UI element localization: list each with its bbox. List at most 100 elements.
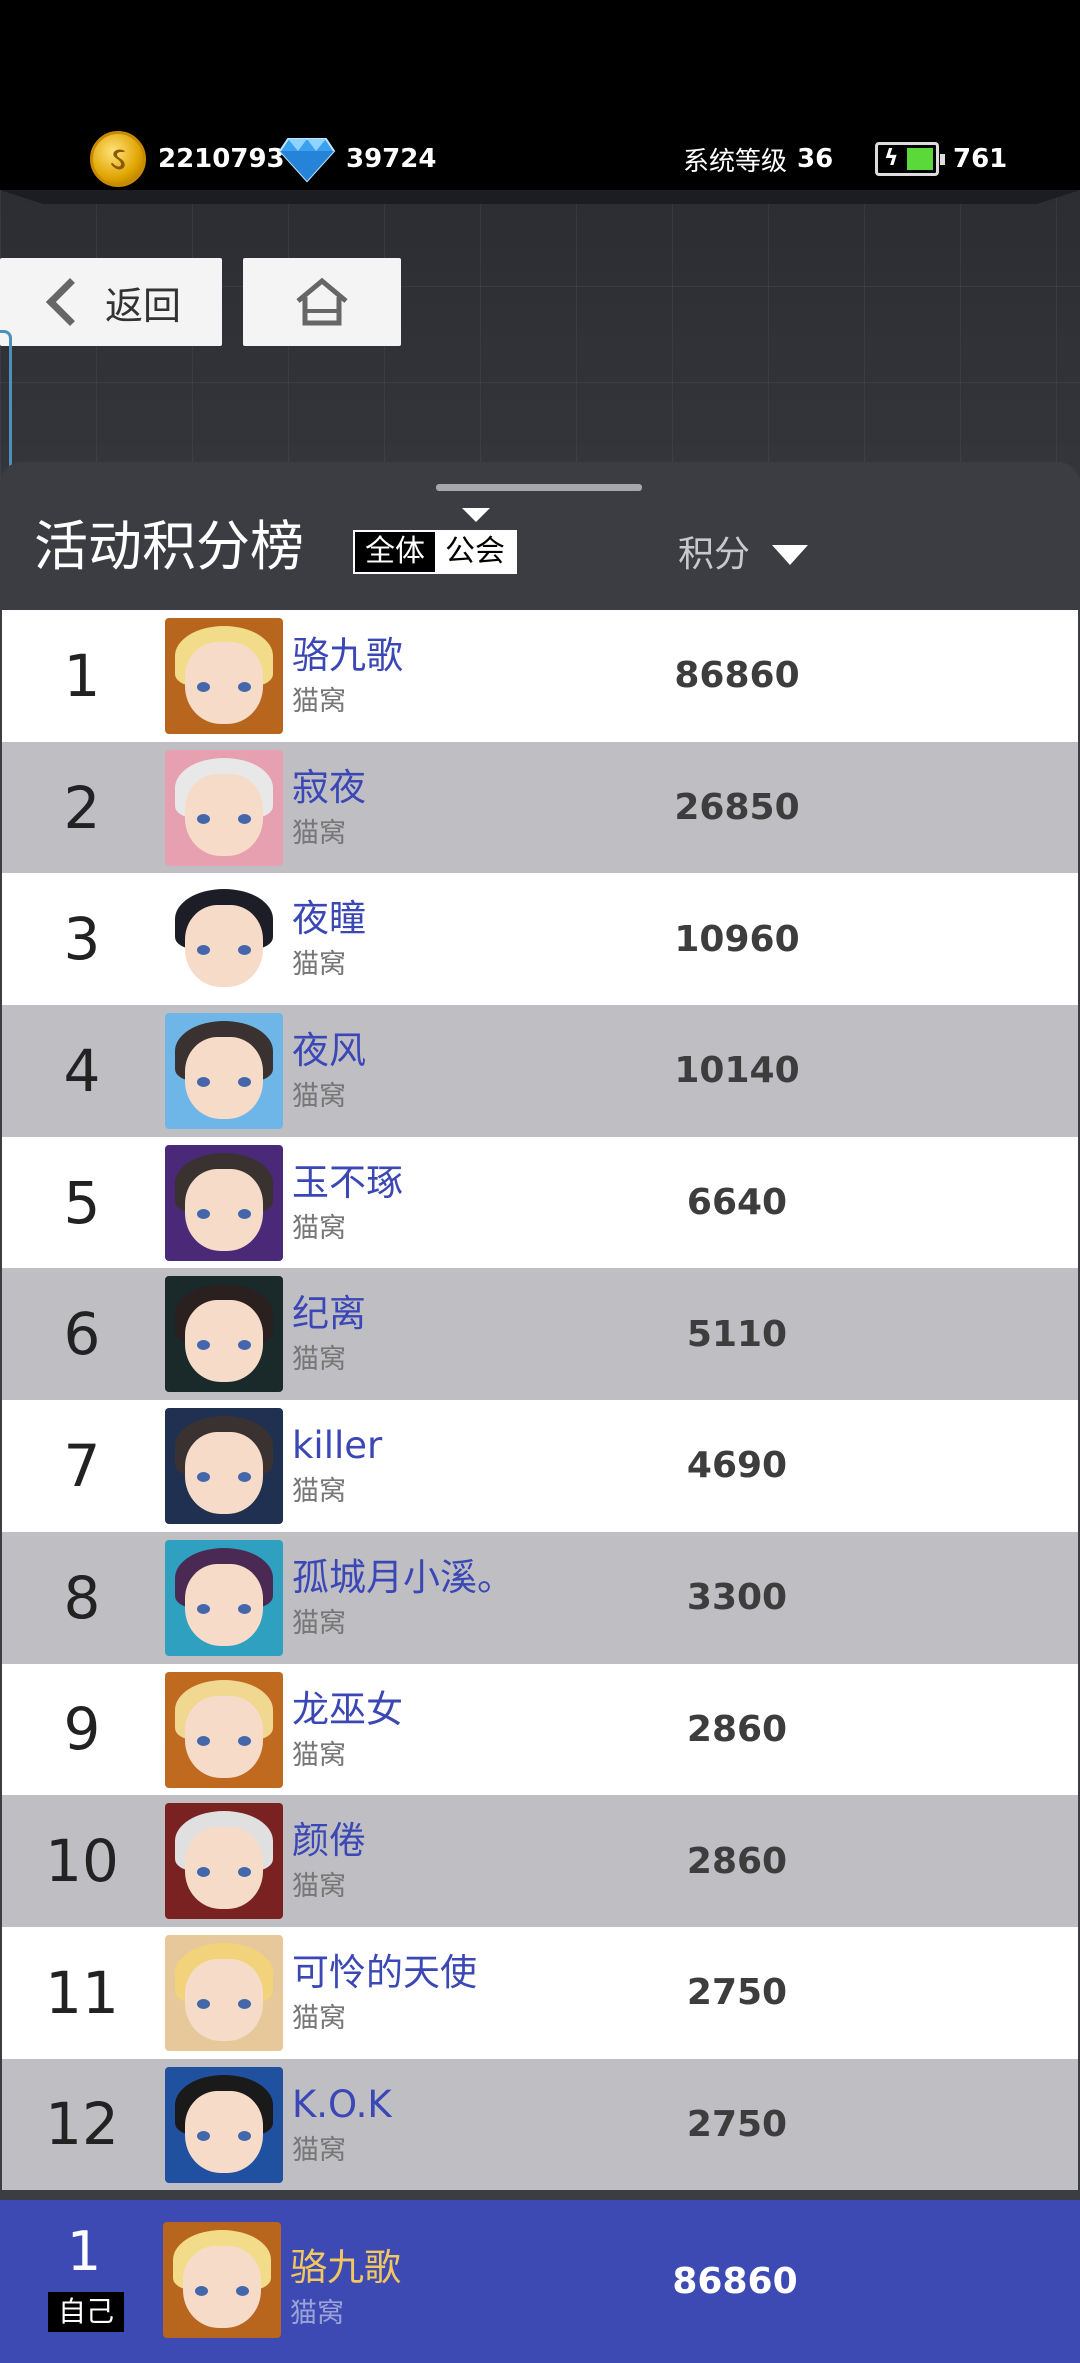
- system-level: 系统等级 36: [683, 130, 833, 188]
- self-tag: 自己: [48, 2292, 124, 2332]
- player-guild: 猫窝: [292, 2134, 346, 2166]
- coin-counter[interactable]: ઽ 2210793: [90, 130, 285, 188]
- player-avatar[interactable]: [165, 1408, 283, 1525]
- player-name: 寂夜: [292, 765, 366, 809]
- ranking-row[interactable]: 5 玉不琢猫窝 6640: [2, 1136, 1078, 1269]
- player-guild: 猫窝: [292, 949, 346, 981]
- rank-number: 11: [45, 1958, 119, 2027]
- self-name: 骆九歌: [290, 2246, 401, 2289]
- player-score: 2750: [686, 1972, 788, 2014]
- diamond-icon: [278, 138, 336, 183]
- ranking-row[interactable]: 8 孤城月小溪。猫窝 3300: [2, 1531, 1078, 1664]
- rank-number: 1: [63, 641, 101, 710]
- player-avatar[interactable]: [165, 2066, 283, 2183]
- score-sort-header[interactable]: 积分: [678, 530, 809, 580]
- player-score: 2860: [686, 1840, 788, 1882]
- home-button[interactable]: [243, 258, 401, 346]
- toggle-guild-tab[interactable]: 公会: [435, 532, 515, 572]
- sort-down-icon: [772, 545, 809, 565]
- player-guild: 猫窝: [292, 2002, 346, 2034]
- self-score: 86860: [672, 2261, 798, 2302]
- rank-number: 10: [45, 1827, 119, 1896]
- ranking-row[interactable]: 12 K.O.K 猫窝 2750: [2, 2058, 1078, 2191]
- rank-number: 5: [63, 1168, 101, 1237]
- rank-number: 4: [63, 1036, 101, 1105]
- player-avatar[interactable]: [165, 1934, 283, 2051]
- player-guild: 猫窝: [292, 1476, 346, 1508]
- player-score: 3300: [686, 1577, 788, 1619]
- energy-counter[interactable]: ϟ 761: [875, 130, 1007, 188]
- player-score: 2750: [686, 2103, 788, 2145]
- ranking-row[interactable]: 4 夜风 猫窝 10140: [2, 1005, 1078, 1137]
- player-name: 骆九歌: [292, 634, 403, 677]
- player-name: 可怜的天使: [292, 1950, 477, 1994]
- rank-number: 6: [63, 1300, 101, 1369]
- back-label: 返回: [104, 283, 181, 328]
- player-avatar[interactable]: [165, 1803, 283, 1920]
- player-avatar[interactable]: [165, 1539, 283, 1656]
- board-title: 活动积分榜: [34, 515, 304, 578]
- ranking-row[interactable]: 2 寂夜猫窝 26850: [2, 741, 1078, 874]
- player-score: 6640: [686, 1182, 788, 1224]
- player-guild: 猫窝: [292, 817, 346, 849]
- self-guild: 猫窝: [290, 2298, 344, 2329]
- scope-toggle[interactable]: 全体 公会: [353, 530, 517, 574]
- back-button[interactable]: 返回: [0, 258, 222, 346]
- system-level-value: 36: [797, 144, 834, 174]
- player-name: 玉不琢: [292, 1160, 403, 1204]
- chevron-left-icon: [45, 277, 95, 327]
- battery-icon: ϟ: [875, 142, 945, 176]
- ranking-row[interactable]: 3 夜瞳猫窝 10960: [2, 873, 1078, 1006]
- player-name: 孤城月小溪。: [292, 1555, 514, 1599]
- player-score: 10140: [674, 1050, 800, 1092]
- ranking-row[interactable]: 9 龙巫女 猫窝 2860: [2, 1663, 1078, 1796]
- player-score: 5110: [686, 1313, 788, 1355]
- ranking-row[interactable]: 10 颜倦猫窝 2860: [2, 1795, 1078, 1927]
- rank-number: 3: [63, 905, 101, 974]
- self-rank-number: 1: [66, 2220, 102, 2283]
- player-avatar[interactable]: [165, 1144, 283, 1261]
- ranking-row[interactable]: 1 骆九歌猫窝 86860: [2, 610, 1078, 742]
- player-score: 86860: [674, 655, 800, 697]
- toggle-indicator-icon: [462, 508, 490, 522]
- player-avatar[interactable]: [165, 749, 283, 866]
- player-avatar[interactable]: [165, 881, 283, 998]
- player-guild: 猫窝: [292, 686, 346, 717]
- player-guild: 猫窝: [292, 1344, 346, 1376]
- gem-amount: 39724: [346, 144, 437, 174]
- panel-drag-handle[interactable]: [436, 484, 642, 491]
- system-level-label: 系统等级: [683, 146, 788, 177]
- background-edge: [0, 190, 1080, 204]
- rank-number: 8: [63, 1563, 101, 1632]
- player-name: 纪离: [292, 1292, 366, 1336]
- ranking-row[interactable]: 7 killer 猫窝 4690: [2, 1400, 1078, 1532]
- player-avatar[interactable]: [165, 1013, 283, 1130]
- player-name: K.O.K: [292, 2082, 392, 2126]
- player-score: 10960: [674, 918, 800, 960]
- score-header-label: 积分: [678, 534, 751, 575]
- player-avatar[interactable]: [165, 1671, 283, 1788]
- energy-amount: 761: [953, 144, 1008, 174]
- coin-amount: 2210793: [158, 144, 285, 174]
- player-name: killer: [292, 1424, 383, 1468]
- ranking-list[interactable]: 1 骆九歌 猫窝 86860 2 寂夜 猫窝 26850 3 夜瞳 猫窝 10960 4 夜风 猫窝 1014…: [2, 610, 1078, 2200]
- rank-number: 12: [45, 2090, 119, 2159]
- player-guild: 猫窝: [292, 1081, 346, 1113]
- coin-icon: ઽ: [90, 131, 146, 187]
- player-guild: 猫窝: [292, 1871, 346, 1903]
- player-guild: 猫窝: [292, 1607, 346, 1639]
- self-avatar[interactable]: [163, 2222, 281, 2338]
- gem-counter[interactable]: 39724: [278, 130, 436, 188]
- toggle-all-tab[interactable]: 全体: [355, 532, 435, 572]
- player-guild: 猫窝: [292, 1212, 346, 1244]
- player-avatar[interactable]: [165, 618, 283, 734]
- rank-number: 2: [63, 773, 101, 842]
- player-name: 夜瞳: [292, 897, 366, 941]
- player-score: 26850: [674, 787, 800, 829]
- ranking-row[interactable]: 6 纪离猫窝 5110: [2, 1268, 1078, 1401]
- ranking-row[interactable]: 11 可怜的天使猫窝 2750: [2, 1926, 1078, 2059]
- player-name: 龙巫女: [292, 1687, 403, 1731]
- player-avatar[interactable]: [165, 1276, 283, 1393]
- player-name: 颜倦: [292, 1819, 366, 1863]
- self-rank-row[interactable]: 1 自己 骆九歌 猫窝 86860: [0, 2200, 1080, 2363]
